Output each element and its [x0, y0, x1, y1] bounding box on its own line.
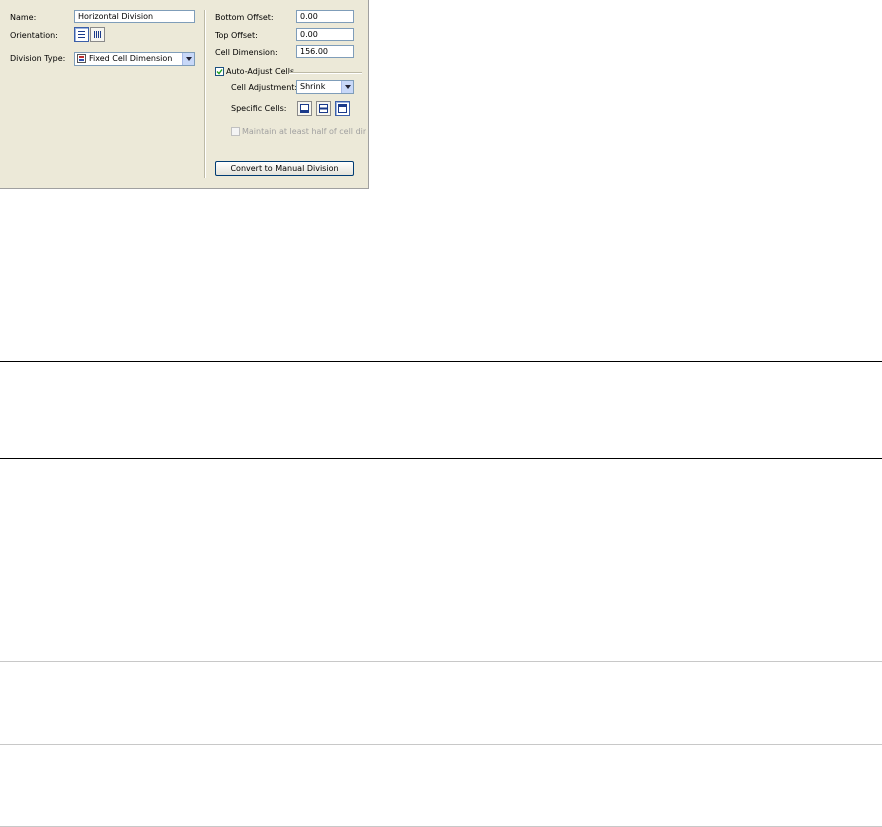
specific-cells-middle-button[interactable]	[316, 101, 331, 116]
top-offset-field[interactable]: 0.00	[296, 28, 354, 41]
maintain-half-checkbox[interactable]	[231, 127, 240, 136]
convert-to-manual-division-button[interactable]: Convert to Manual Division	[215, 161, 354, 176]
divider-line	[0, 361, 882, 362]
cell-middle-icon	[319, 104, 328, 113]
divider-line	[0, 744, 882, 745]
division-type-label: Division Type:	[10, 54, 66, 63]
bottom-offset-label: Bottom Offset:	[215, 13, 274, 22]
orientation-label: Orientation:	[10, 31, 58, 40]
auto-adjust-label: Auto-Adjust Cells	[226, 67, 295, 76]
group-line	[289, 72, 362, 74]
divider-line	[0, 458, 882, 459]
specific-cells-label: Specific Cells:	[231, 104, 287, 113]
orientation-vertical-button[interactable]	[90, 27, 105, 42]
fixed-dimension-icon	[77, 54, 86, 63]
orientation-horizontal-button[interactable]	[74, 27, 89, 42]
chevron-down-icon[interactable]	[341, 81, 353, 93]
division-type-value: Fixed Cell Dimension	[89, 54, 173, 63]
division-type-select[interactable]: Fixed Cell Dimension	[74, 52, 195, 66]
maintain-half-label: Maintain at least half of cell dimension	[242, 127, 366, 136]
column-divider	[204, 10, 206, 178]
cell-top-icon	[338, 104, 347, 113]
cell-adjustment-select[interactable]: Shrink	[296, 80, 354, 94]
checkmark-icon	[216, 69, 223, 75]
divider-line	[0, 661, 882, 662]
cell-dimension-label: Cell Dimension:	[215, 48, 278, 57]
chevron-down-icon[interactable]	[182, 53, 194, 65]
vertical-lines-icon	[94, 31, 101, 38]
cell-dimension-field[interactable]: 156.00	[296, 45, 354, 58]
specific-cells-top-button[interactable]	[335, 101, 350, 116]
top-offset-label: Top Offset:	[215, 31, 258, 40]
cell-bottom-icon	[300, 104, 309, 113]
auto-adjust-checkbox[interactable]	[215, 67, 224, 76]
name-label: Name:	[10, 13, 37, 22]
cell-adjustment-label: Cell Adjustment:	[231, 83, 298, 92]
division-properties-panel: Name: Horizontal Division Orientation: D…	[0, 0, 369, 189]
name-field[interactable]: Horizontal Division	[74, 10, 195, 23]
specific-cells-bottom-button[interactable]	[297, 101, 312, 116]
bottom-offset-field[interactable]: 0.00	[296, 10, 354, 23]
cell-adjustment-value: Shrink	[300, 82, 326, 91]
horizontal-lines-icon	[78, 31, 85, 38]
